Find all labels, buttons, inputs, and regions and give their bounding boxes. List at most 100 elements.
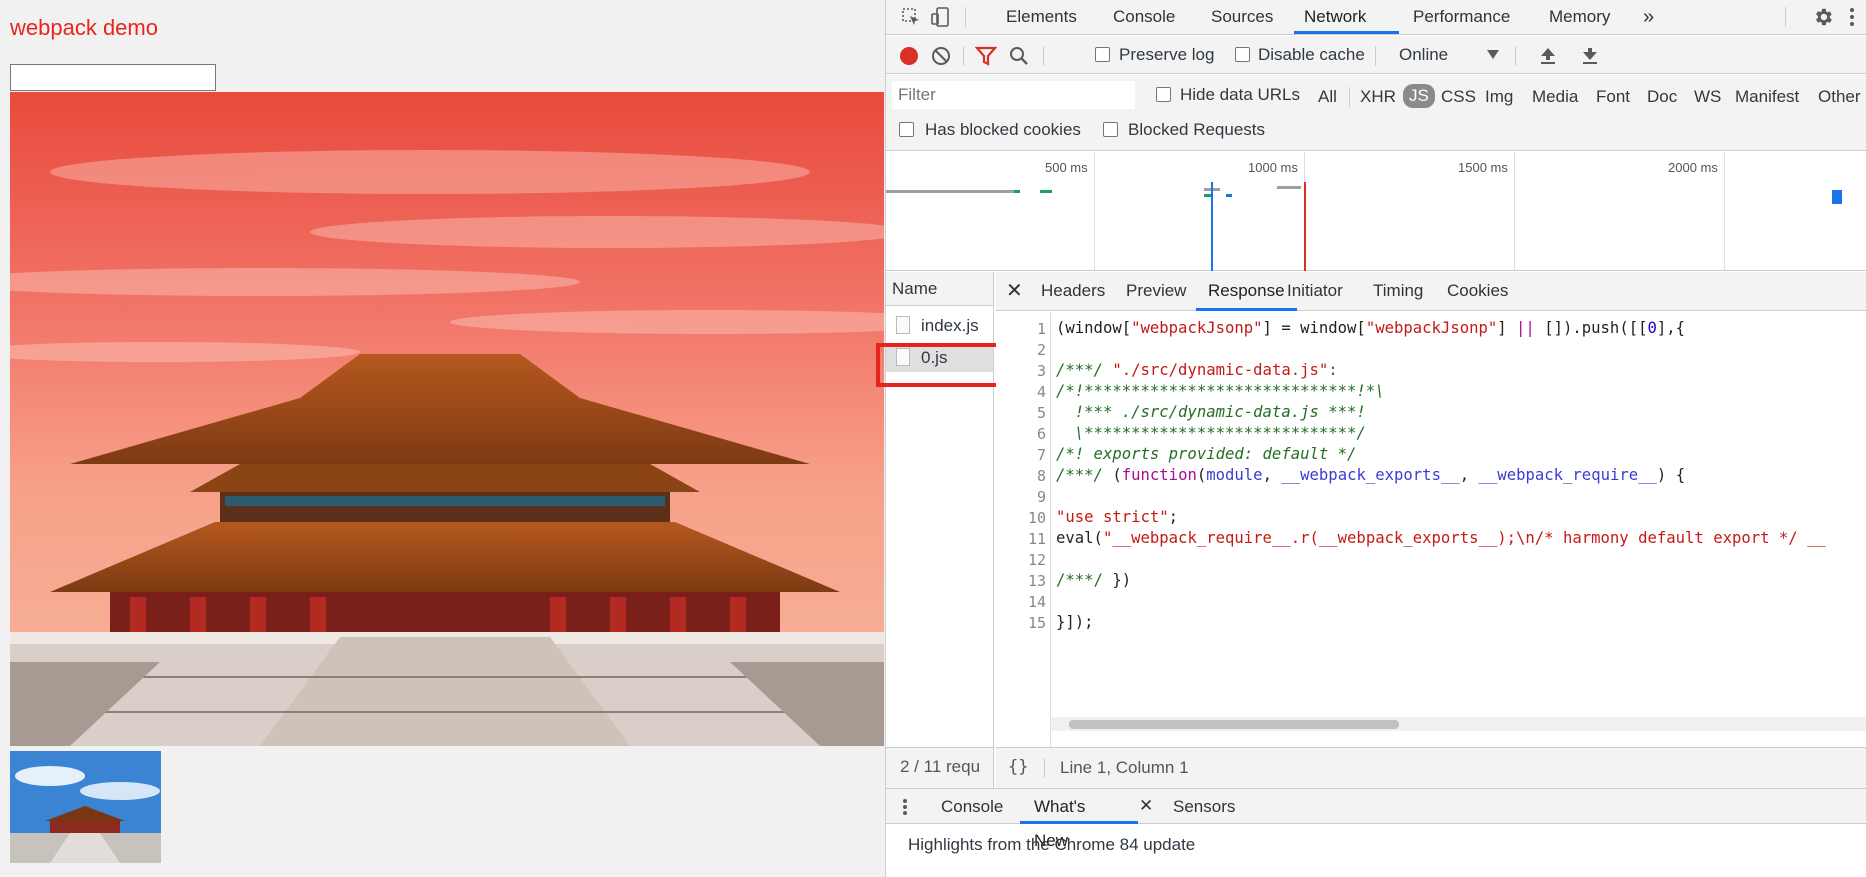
inspect-element-icon[interactable] <box>900 6 922 28</box>
drawer-tab-whats-new[interactable]: What's New <box>1020 790 1138 850</box>
filter-type-other[interactable]: Other <box>1818 87 1861 107</box>
line-number: 3 <box>1036 362 1046 380</box>
line-number: 10 <box>1027 509 1046 527</box>
record-icon[interactable] <box>898 45 920 67</box>
pretty-print-icon[interactable]: {} <box>1008 757 1028 777</box>
scrollbar-thumb[interactable] <box>1069 720 1399 729</box>
network-overview-timeline[interactable]: 500 ms 1000 ms 1500 ms 2000 ms <box>886 152 1866 271</box>
timeline-label-1000: 1000 ms <box>1248 160 1298 175</box>
filter-type-xhr[interactable]: XHR <box>1360 87 1396 107</box>
hide-data-urls-label: Hide data URLs <box>1180 85 1301 104</box>
timeline-bar <box>1832 190 1842 204</box>
editor-status-bar: {} Line 1, Column 1 <box>996 747 1866 788</box>
request-count-status: 2 / 11 requ <box>886 747 993 788</box>
disable-cache-checkbox[interactable] <box>1235 47 1250 62</box>
tab-headers[interactable]: Headers <box>1041 274 1105 308</box>
close-whats-new-icon[interactable]: ✕ <box>1139 796 1153 816</box>
file-icon <box>896 316 910 334</box>
timeline-bar <box>1277 186 1301 189</box>
blocked-requests-label: Blocked Requests <box>1128 120 1266 139</box>
hero-image-graphic <box>10 92 884 746</box>
tab-elements[interactable]: Elements <box>1006 0 1077 34</box>
page-title: webpack demo <box>10 15 158 40</box>
tab-response[interactable]: Response <box>1196 274 1297 311</box>
name-column-header[interactable]: Name <box>886 272 993 306</box>
line-number: 14 <box>1027 593 1046 611</box>
line-number: 6 <box>1036 425 1046 443</box>
response-code-editor[interactable]: 1 2 3 4 5 6 7 8 9 10 11 12 13 14 15 (win… <box>996 312 1866 747</box>
disable-cache-label: Disable cache <box>1258 45 1365 64</box>
import-har-icon[interactable] <box>1537 45 1559 67</box>
tab-console[interactable]: Console <box>1113 0 1175 34</box>
webpage-viewport: webpack demo <box>0 0 885 877</box>
horizontal-scrollbar[interactable] <box>1051 717 1866 731</box>
export-har-icon[interactable] <box>1579 45 1601 67</box>
thumbnail-graphic <box>10 751 161 863</box>
timeline-bar <box>886 190 1016 193</box>
tab-network[interactable]: Network <box>1294 0 1399 34</box>
request-name: index.js <box>921 316 979 335</box>
filter-type-all[interactable]: All <box>1318 87 1337 107</box>
tab-timing[interactable]: Timing <box>1373 274 1423 308</box>
detail-tabs-bar: ✕ Headers Preview Response Initiator Tim… <box>996 272 1866 311</box>
filter-input[interactable] <box>892 81 1135 109</box>
filter-type-doc[interactable]: Doc <box>1647 87 1677 107</box>
tab-performance[interactable]: Performance <box>1413 0 1510 34</box>
timeline-bar <box>1226 194 1232 197</box>
filter-type-font[interactable]: Font <box>1596 87 1630 107</box>
tab-preview[interactable]: Preview <box>1126 274 1186 308</box>
has-blocked-cookies-checkbox[interactable] <box>899 122 914 137</box>
more-options-icon[interactable] <box>1844 5 1860 29</box>
search-icon[interactable] <box>1008 45 1030 67</box>
hide-data-urls-checkbox[interactable] <box>1156 87 1171 102</box>
request-row[interactable]: index.js <box>886 312 993 340</box>
tab-cookies[interactable]: Cookies <box>1447 274 1508 308</box>
filter-type-media[interactable]: Media <box>1532 87 1578 107</box>
code-line: /***/ }) <box>1056 571 1132 589</box>
filter-type-ws[interactable]: WS <box>1694 87 1721 107</box>
line-number: 13 <box>1027 572 1046 590</box>
tab-memory[interactable]: Memory <box>1549 0 1610 34</box>
filter-type-manifest[interactable]: Manifest <box>1735 87 1799 107</box>
filter-bar: Hide data URLs All XHR JS CSS Img Media … <box>886 75 1866 151</box>
code-line: (window["webpackJsonp"] = window["webpac… <box>1056 319 1686 337</box>
device-toolbar-icon[interactable] <box>930 6 952 28</box>
timeline-label-500: 500 ms <box>1045 160 1088 175</box>
timeline-label-2000: 2000 ms <box>1668 160 1718 175</box>
clear-icon[interactable] <box>930 45 952 67</box>
filter-type-js[interactable]: JS <box>1403 84 1435 108</box>
code-line: \*****************************/ <box>1056 424 1366 442</box>
line-number: 8 <box>1036 467 1046 485</box>
tab-sources[interactable]: Sources <box>1211 0 1273 34</box>
thumbnail-image <box>10 751 161 863</box>
filter-type-img[interactable]: Img <box>1485 87 1513 107</box>
page-text-input[interactable] <box>10 64 216 91</box>
tab-initiator[interactable]: Initiator <box>1287 274 1343 308</box>
line-number: 1 <box>1036 320 1046 338</box>
line-number: 4 <box>1036 383 1046 401</box>
preserve-log-label: Preserve log <box>1119 45 1215 64</box>
line-number: 9 <box>1036 488 1046 506</box>
preserve-log-checkbox[interactable] <box>1095 47 1110 62</box>
more-tabs-icon[interactable]: » <box>1643 0 1654 34</box>
line-number: 5 <box>1036 404 1046 422</box>
devtools-panel: Elements Console Sources Network Perform… <box>876 0 1866 877</box>
cursor-position: Line 1, Column 1 <box>1060 758 1189 777</box>
line-number: 7 <box>1036 446 1046 464</box>
dom-content-loaded-marker <box>1211 182 1213 271</box>
code-line: eval("__webpack_require__.r(__webpack_ex… <box>1056 529 1826 547</box>
filter-icon[interactable] <box>974 45 998 67</box>
settings-gear-icon[interactable] <box>1811 5 1835 29</box>
highlight-annotation-box <box>876 343 1002 387</box>
drawer-tab-sensors[interactable]: Sensors <box>1173 790 1235 824</box>
load-event-marker <box>1304 182 1306 271</box>
timeline-bar <box>1040 190 1052 193</box>
chevron-down-icon <box>1486 48 1500 62</box>
blocked-requests-checkbox[interactable] <box>1103 122 1118 137</box>
drawer-tab-console[interactable]: Console <box>941 790 1003 824</box>
drawer-menu-icon[interactable] <box>900 797 910 817</box>
filter-type-css[interactable]: CSS <box>1441 87 1476 107</box>
has-blocked-cookies-label: Has blocked cookies <box>925 120 1081 139</box>
code-line: !*** ./src/dynamic-data.js ***! <box>1056 403 1366 421</box>
close-icon[interactable]: ✕ <box>1006 278 1023 303</box>
